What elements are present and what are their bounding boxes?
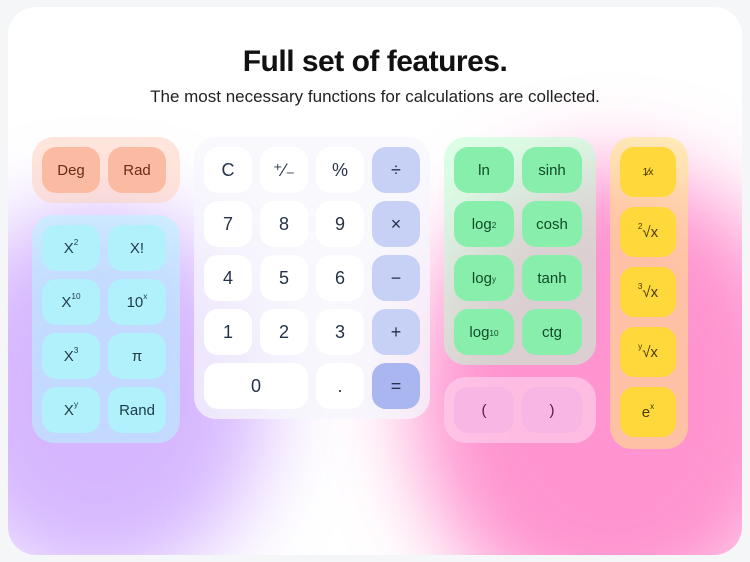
page-title: Full set of features.: [32, 45, 718, 79]
key-sub[interactable]: −: [372, 255, 420, 301]
key-8[interactable]: 8: [260, 201, 308, 247]
pad-root: 1⁄x 2√x 3√x y√x ex: [610, 137, 688, 449]
key-9[interactable]: 9: [316, 201, 364, 247]
pad-power: X2X!X1010xX3πXyRand: [32, 215, 180, 443]
key-cosh[interactable]: cosh: [522, 201, 582, 247]
key-x2[interactable]: X2: [42, 225, 100, 271]
key-5[interactable]: 5: [260, 255, 308, 301]
page-subtitle: The most necessary functions for calcula…: [32, 87, 718, 107]
key-deg[interactable]: Deg: [42, 147, 100, 193]
key-ctg[interactable]: ctg: [522, 309, 582, 355]
key-1[interactable]: 1: [204, 309, 252, 355]
key-inv[interactable]: 1⁄x: [620, 147, 676, 197]
key-pct[interactable]: %: [316, 147, 364, 193]
key-root2[interactable]: 2√x: [620, 207, 676, 257]
column-root: 1⁄x 2√x 3√x y√x ex: [610, 137, 688, 449]
key-x10[interactable]: X10: [42, 279, 100, 325]
key-lp[interactable]: (: [454, 387, 514, 433]
calculator-stage: DegRad X2X!X1010xX3πXyRand C⁺∕₋%÷ 789× 456…: [32, 137, 718, 449]
header: Full set of features. The most necessary…: [32, 45, 718, 107]
key-eq[interactable]: =: [372, 363, 420, 409]
key-ex[interactable]: ex: [620, 387, 676, 437]
key-sinh[interactable]: sinh: [522, 147, 582, 193]
key-ten[interactable]: 10x: [108, 279, 166, 325]
key-7[interactable]: 7: [204, 201, 252, 247]
key-rad[interactable]: Rad: [108, 147, 166, 193]
key-c[interactable]: C: [204, 147, 252, 193]
key-3[interactable]: 3: [316, 309, 364, 355]
key-4[interactable]: 4: [204, 255, 252, 301]
key-add[interactable]: +: [372, 309, 420, 355]
pad-angle: DegRad: [32, 137, 180, 203]
pad-log-trig: lnsinhlog2coshlogytanhlog10ctg: [444, 137, 596, 365]
key-6[interactable]: 6: [316, 255, 364, 301]
key-tanh[interactable]: tanh: [522, 255, 582, 301]
key-dot[interactable]: .: [316, 363, 364, 409]
column-right: lnsinhlog2coshlogytanhlog10ctg (): [444, 137, 596, 443]
key-logy[interactable]: logy: [454, 255, 514, 301]
pad-numeric: C⁺∕₋%÷ 789× 456− 123+0.=: [194, 137, 430, 419]
key-2[interactable]: 2: [260, 309, 308, 355]
key-mul[interactable]: ×: [372, 201, 420, 247]
pad-paren: (): [444, 377, 596, 443]
key-rp[interactable]: ): [522, 387, 582, 433]
key-log10[interactable]: log10: [454, 309, 514, 355]
feature-card: Full set of features. The most necessary…: [8, 7, 742, 555]
key-x3[interactable]: X3: [42, 333, 100, 379]
key-xy[interactable]: Xy: [42, 387, 100, 433]
key-div[interactable]: ÷: [372, 147, 420, 193]
key-log2[interactable]: log2: [454, 201, 514, 247]
key-sign[interactable]: ⁺∕₋: [260, 147, 308, 193]
key-ln[interactable]: ln: [454, 147, 514, 193]
key-fact[interactable]: X!: [108, 225, 166, 271]
key-rooty[interactable]: y√x: [620, 327, 676, 377]
key-root3[interactable]: 3√x: [620, 267, 676, 317]
key-0[interactable]: 0: [204, 363, 308, 409]
key-rand[interactable]: Rand: [108, 387, 166, 433]
key-pi[interactable]: π: [108, 333, 166, 379]
column-left: DegRad X2X!X1010xX3πXyRand: [32, 137, 180, 443]
